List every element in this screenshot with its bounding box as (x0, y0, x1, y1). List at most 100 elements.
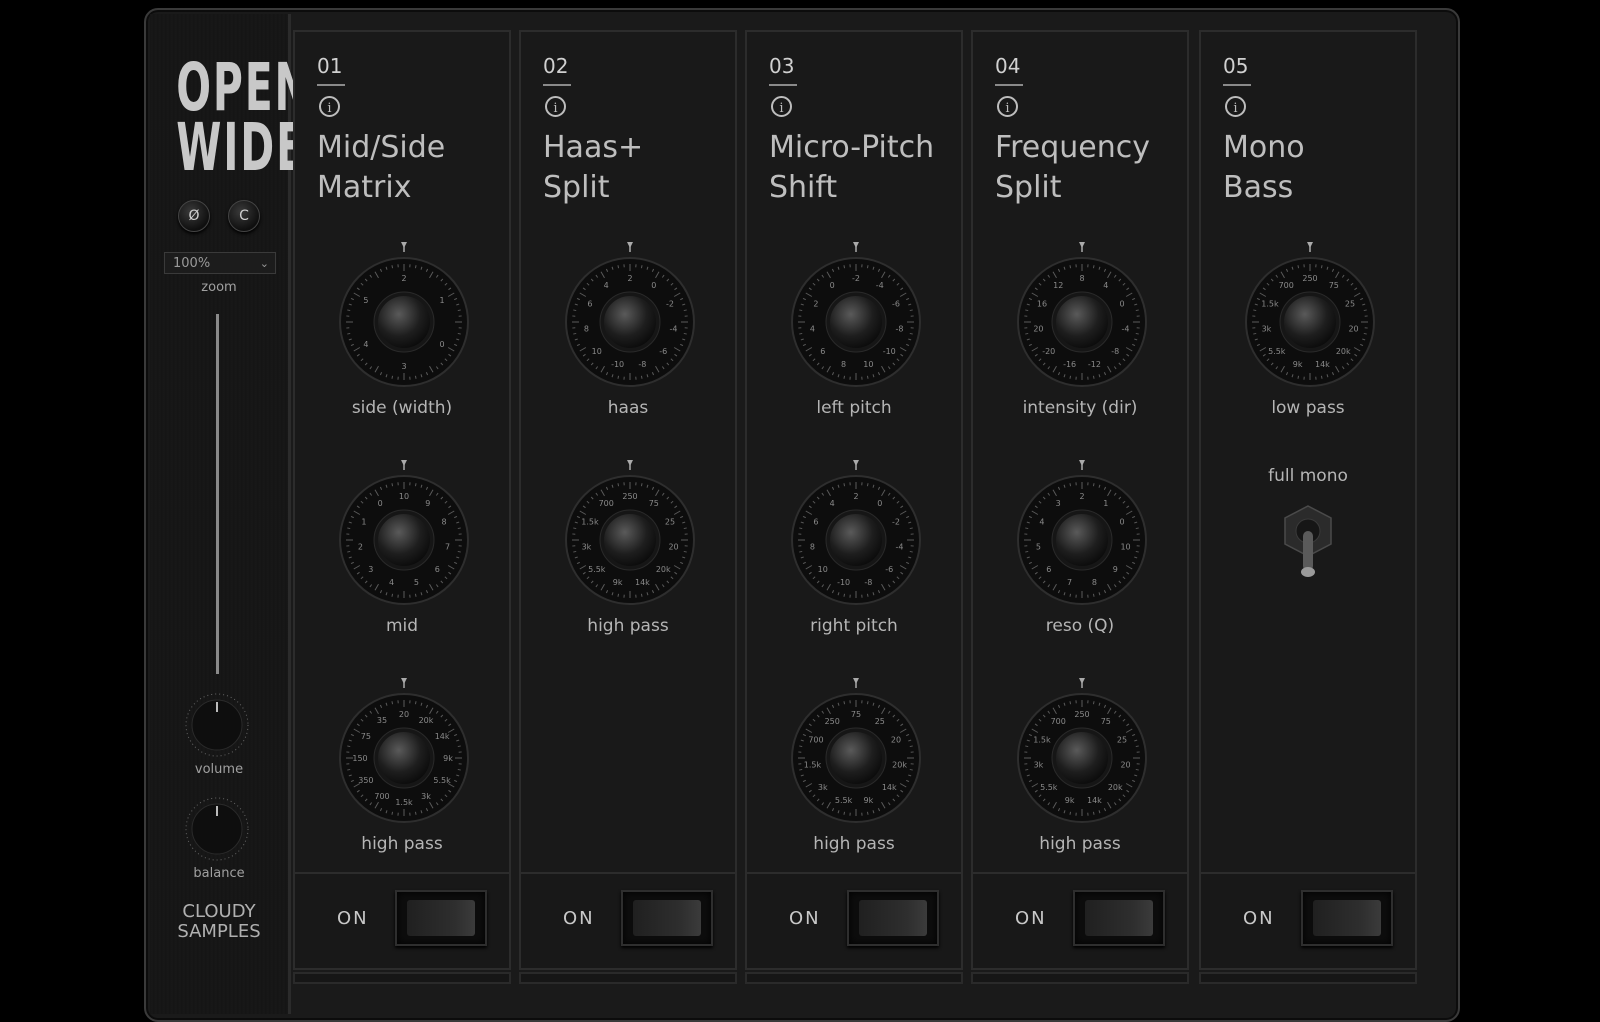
zoom-slider[interactable] (216, 314, 219, 674)
scale-tick (866, 265, 869, 269)
scale-tick (1092, 811, 1095, 815)
scale-tick (843, 811, 846, 815)
tick-label: 2 (1079, 492, 1084, 501)
scale-tick (843, 701, 846, 705)
scale-tick (866, 483, 869, 487)
tick-label: 20 (1033, 324, 1043, 333)
on-switch[interactable] (1073, 890, 1165, 946)
scale-tick (866, 375, 869, 379)
high-pass-knob[interactable]: 20 20k 14k 9k 5.5k 3k 1.5k 700 350 150 75 35 (331, 674, 477, 834)
left-pitch-knob[interactable]: -2 -4 -6 -8 -10 10 8 6 4 2 0 (783, 238, 929, 398)
tick-label: 75 (1101, 717, 1111, 726)
module-title: Mono Bass (1223, 128, 1423, 208)
module-title-line-1: Frequency (995, 130, 1150, 165)
scale-tick (391, 265, 394, 269)
tick-label: 25 (1117, 736, 1127, 745)
knob-dial: 2 0 -2 -4 -6 -8 -10 10 8 6 4 (565, 242, 695, 387)
tick-label: 250 (1302, 274, 1317, 283)
on-switch[interactable] (847, 890, 939, 946)
tick-label: 6 (587, 300, 592, 309)
scale-tick (1135, 332, 1139, 335)
tick-label: 1.5k (581, 518, 599, 527)
knob-cap (378, 514, 430, 566)
on-switch[interactable] (621, 890, 713, 946)
tick-label: 6 (813, 518, 818, 527)
volume-knob[interactable] (184, 692, 250, 758)
scale-tick (683, 550, 687, 553)
scale-tick (640, 375, 643, 379)
tick-label: 1.5k (804, 760, 822, 769)
knob-dial: 250 75 25 20 20k 14k 9k 5.5k 3k 1.5k 700 (1017, 678, 1147, 823)
knob-label: left pitch (816, 398, 892, 418)
switch-paddle (407, 900, 475, 936)
divider (769, 84, 797, 86)
info-icon[interactable]: i (997, 96, 1018, 117)
tick-label: 6 (1046, 565, 1051, 574)
tick-label: 1 (361, 518, 366, 527)
mid-knob[interactable]: 10 9 8 7 6 5 4 3 2 1 0 (331, 456, 477, 616)
phase-invert-button[interactable]: Ø (178, 200, 210, 232)
tick-label: 20k (419, 716, 434, 725)
scale-tick (391, 701, 394, 705)
knob-cap (378, 296, 430, 348)
scale-tick (457, 745, 461, 748)
on-switch[interactable] (1301, 890, 1393, 946)
side-width-knob[interactable]: 2 1 0 3 4 5 (331, 238, 477, 398)
module-title-line-2: Matrix (317, 170, 412, 205)
tick-label: -6 (892, 300, 900, 309)
right-pitch-knob[interactable]: 2 0 -2 -4 -6 -8 -10 10 8 6 4 (783, 456, 929, 616)
brand-line-1: CLOUDY (182, 901, 256, 922)
tick-label: 2 (813, 300, 818, 309)
tick-label: 20 (399, 710, 409, 719)
module-mid-side-matrix: 01 i Mid/Side Matrix 210345 side (width)… (293, 30, 511, 970)
knob-label: high pass (813, 834, 895, 854)
knob-cap (1284, 296, 1336, 348)
tick-label: 700 (374, 792, 389, 801)
brand-line-2: SAMPLES (177, 921, 261, 942)
info-icon[interactable]: i (545, 96, 566, 117)
high-pass-knob[interactable]: 75 25 20 20k 14k 9k 5.5k 3k 1.5k 700 250 (783, 674, 929, 834)
tick-label: 3k (818, 783, 828, 792)
scale-tick (909, 745, 913, 748)
tick-label: 250 (622, 492, 637, 501)
intensity-knob[interactable]: 8 4 0 -4 -8 -12 -16 -20 20 16 12 (1009, 238, 1155, 398)
clear-button[interactable]: C (228, 200, 260, 232)
balance-knob[interactable] (184, 796, 250, 862)
scale-tick (573, 332, 577, 335)
scale-tick (347, 309, 351, 312)
info-icon[interactable]: i (319, 96, 340, 117)
knob-cap (1056, 732, 1108, 784)
reso-knob[interactable]: 2 1 0 10 9 8 7 6 5 4 3 (1009, 456, 1155, 616)
switch-paddle (1313, 900, 1381, 936)
module-title: Haas+ Split (543, 128, 743, 208)
zoom-label: zoom (201, 280, 237, 295)
module-base (519, 972, 737, 984)
tick-label: 10 (1120, 542, 1130, 551)
high-pass-knob[interactable]: 250 75 25 20 20k 14k 9k 5.5k 3k 1.5k 700 (1009, 674, 1155, 834)
full-mono-toggle[interactable] (1277, 502, 1339, 582)
low-pass-knob[interactable]: 250 75 25 20 20k 14k 9k 5.5k 3k 1.5k 700 (1237, 238, 1383, 398)
tick-label: 5.5k (835, 796, 853, 805)
haas-knob[interactable]: 2 0 -2 -4 -6 -8 -10 10 8 6 4 (557, 238, 703, 398)
module-title-line-2: Split (543, 170, 610, 205)
tick-label: 700 (1051, 717, 1066, 726)
tick-label: 25 (1345, 300, 1355, 309)
high-pass-knob[interactable]: 250 75 25 20 20k 14k 9k 5.5k 3k 1.5k 700 (557, 456, 703, 616)
scale-tick (1253, 309, 1257, 312)
tick-label: 3 (1056, 499, 1061, 508)
scale-tick (1069, 811, 1072, 815)
scale-tick (1092, 265, 1095, 269)
tick-label: 4 (604, 281, 609, 290)
on-switch[interactable] (395, 890, 487, 946)
scale-tick (1297, 265, 1300, 269)
scale-tick (1069, 375, 1072, 379)
info-icon[interactable]: i (771, 96, 792, 117)
scale-tick (1025, 550, 1029, 553)
info-icon[interactable]: i (1225, 96, 1246, 117)
scale-tick (457, 527, 461, 530)
knob-dial: -2 -4 -6 -8 -10 10 8 6 4 2 0 (791, 242, 921, 387)
tick-label: 700 (808, 736, 823, 745)
scale-tick (1069, 593, 1072, 597)
knob-dial: 20 20k14k 9k 5.5k3k 1.5k 700350 150 75 35 (339, 678, 469, 823)
zoom-select[interactable]: 100% ⌄ (164, 252, 276, 274)
